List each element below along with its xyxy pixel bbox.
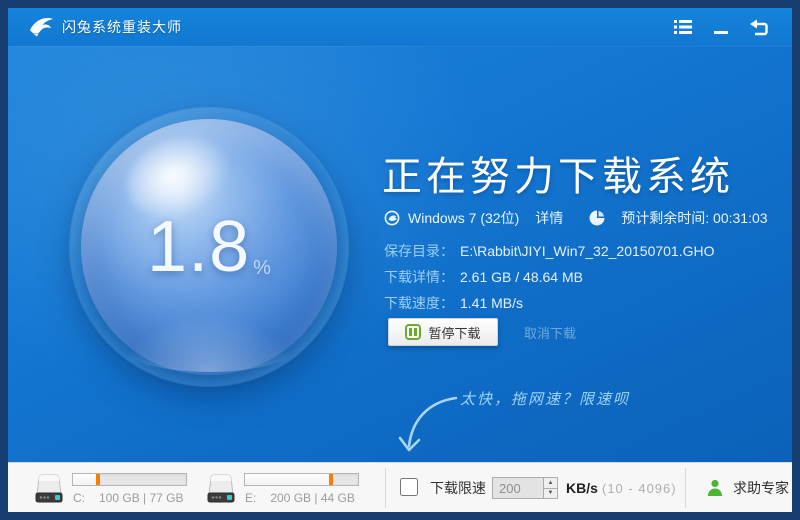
minimize-icon[interactable] (710, 17, 732, 37)
download-detail-value: 2.61 GB / 48.64 MB (460, 269, 583, 285)
drive-c-used (73, 474, 101, 485)
spin-down-icon[interactable]: ▼ (544, 487, 557, 498)
drive-e-info: 200 GB | 44 GB (270, 491, 355, 505)
download-speed-value: 1.41 MB/s (460, 295, 524, 311)
pause-download-button[interactable]: 暂停下载 (388, 318, 498, 346)
download-detail-row: 下载详情： 2.61 GB / 48.64 MB (384, 264, 715, 290)
os-eta-row: Windows 7 (32位) 详情 预计剩余时间: 00:31:03 (384, 208, 768, 228)
exit-icon[interactable] (748, 17, 770, 37)
tip-arrow-icon (398, 396, 458, 452)
drive-c-usage-bar (72, 473, 187, 486)
drive-c: C: 100 GB | 77 GB (30, 463, 200, 512)
os-name: Windows 7 (32位) (408, 210, 520, 226)
action-row: 暂停下载 取消下载 (388, 318, 576, 346)
save-dir-label: 保存目录： (384, 243, 454, 259)
drive-c-text: C: 100 GB | 77 GB (73, 491, 184, 505)
limit-checkbox[interactable] (400, 478, 418, 496)
window-frame: 闪兔系统重装大师 1.8 % 正在努力下载系统 Windows 7 (32位) … (0, 0, 800, 520)
person-icon (708, 479, 722, 496)
eta-text: 预计剩余时间: 00:31:03 (621, 210, 768, 226)
menu-icon[interactable] (672, 17, 694, 37)
drive-c-letter: C: (73, 491, 85, 505)
pause-button-label: 暂停下载 (428, 325, 481, 341)
app-window: 闪兔系统重装大师 1.8 % 正在努力下载系统 Windows 7 (32位) … (8, 8, 792, 512)
limit-label: 下载限速 (430, 480, 486, 496)
progress-orb-core: 1.8 % (81, 119, 337, 375)
page-title: 正在努力下载系统 (382, 155, 734, 199)
statusbar-divider (685, 468, 686, 508)
statusbar-divider (385, 468, 386, 508)
ask-expert-button[interactable]: 求助专家 (705, 463, 789, 512)
progress-percent: 1.8 % (81, 119, 337, 375)
download-speed-row: 下载速度： 1.41 MB/s (384, 290, 715, 316)
limit-spinner: ▲ ▼ (543, 478, 557, 498)
limit-speed-field: ▲ ▼ (492, 477, 558, 499)
cancel-download-link[interactable]: 取消下载 (524, 323, 576, 342)
drive-e-usage-bar (244, 473, 359, 486)
speed-limit-tip: 太快，拖网速？限速呗 (460, 392, 631, 408)
app-title: 闪兔系统重装大师 (62, 19, 182, 35)
spin-up-icon[interactable]: ▲ (544, 478, 557, 488)
drive-e: E: 200 GB | 44 GB (202, 463, 372, 512)
limit-speed-input[interactable] (493, 478, 543, 498)
download-info: 保存目录： E:\Rabbit\JIYI_Win7_32_20150701.GH… (384, 238, 715, 316)
ask-expert-label: 求助专家 (733, 480, 789, 496)
status-bar: C: 100 GB | 77 GB E: 200 GB | 44 GB 下载限速… (8, 462, 792, 512)
details-link[interactable]: 详情 (535, 208, 563, 228)
globe-icon (384, 210, 400, 226)
drive-e-letter: E: (245, 491, 257, 505)
timer-icon (589, 210, 605, 226)
hard-drive-icon (35, 474, 63, 503)
progress-orb: 1.8 % (70, 108, 348, 386)
titlebar-actions (672, 8, 770, 46)
save-dir-value: E:\Rabbit\JIYI_Win7_32_20150701.GHO (460, 243, 715, 259)
hard-drive-icon (207, 474, 235, 503)
drive-c-info: 100 GB | 77 GB (99, 491, 184, 505)
limit-range: (10 - 4096) (602, 480, 677, 496)
rabbit-logo-icon (30, 18, 53, 37)
progress-percent-sign: % (253, 256, 271, 279)
drive-e-text: E: 200 GB | 44 GB (245, 491, 355, 505)
limit-unit: KB/s (566, 480, 598, 496)
save-dir-row: 保存目录： E:\Rabbit\JIYI_Win7_32_20150701.GH… (384, 238, 715, 264)
progress-percent-value: 1.8 (147, 207, 251, 287)
title-bar: 闪兔系统重装大师 (8, 8, 792, 46)
drive-e-used (245, 474, 334, 485)
download-detail-label: 下载详情： (384, 269, 454, 285)
pause-icon (405, 324, 422, 340)
download-speed-label: 下载速度： (384, 295, 454, 311)
